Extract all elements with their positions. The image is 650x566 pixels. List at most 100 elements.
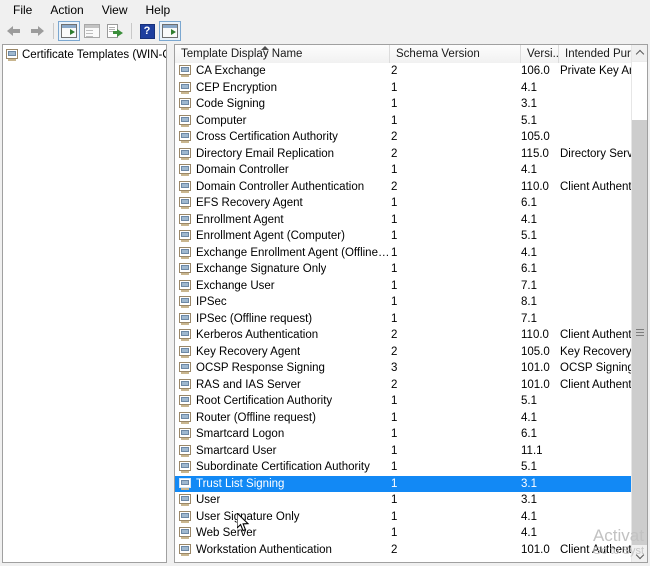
forward-button[interactable]	[26, 21, 48, 41]
table-row[interactable]: RAS and IAS Server 2 101.0 Client Authent	[175, 377, 631, 394]
certificate-template-icon	[179, 345, 191, 358]
cell-intended-purpose: Client Authent	[560, 543, 631, 556]
table-row[interactable]: Domain Controller 1 4.1	[175, 162, 631, 179]
template-name-label: Enrollment Agent	[196, 213, 284, 226]
menu-item-view[interactable]: View	[93, 1, 137, 19]
table-row[interactable]: Kerberos Authentication 2 110.0 Client Auth…	[175, 327, 631, 344]
cell-version: 4.1	[521, 164, 537, 177]
table-row[interactable]: Exchange User 1 7.1	[175, 278, 631, 295]
table-row[interactable]: Exchange Enrollment Agent (Offline requ.…	[175, 245, 631, 262]
menu-item-help[interactable]: Help	[137, 1, 180, 19]
table-row[interactable]: OCSP Response Signing 3 101.0 OCSP Signing	[175, 360, 631, 377]
certificate-template-icon	[179, 329, 191, 342]
template-name-label: Directory Email Replication	[196, 147, 335, 160]
show-hide-action-pane-button[interactable]	[159, 21, 181, 41]
mmc-console-window: File Action View Help ? Certificate Temp…	[0, 0, 650, 566]
table-row[interactable]: Directory Email Replication 2 115.0 Directo…	[175, 146, 631, 163]
certificate-template-icon	[179, 378, 191, 391]
cell-intended-purpose: Client Authent	[560, 329, 631, 342]
menu-item-file[interactable]: File	[4, 1, 41, 19]
tree-item-certificate-templates[interactable]: Certificate Templates (WIN-ODE	[3, 47, 166, 63]
cell-template-display-name: User	[175, 494, 390, 507]
certificate-template-icon	[179, 213, 191, 226]
scrollbar-grip-icon	[636, 329, 644, 331]
export-list-button[interactable]	[104, 21, 126, 41]
template-name-label: Cross Certification Authority	[196, 131, 338, 144]
table-row[interactable]: Enrollment Agent (Computer) 1 5.1	[175, 228, 631, 245]
cell-schema-version: 2	[391, 131, 398, 144]
cell-version: 4.1	[521, 527, 537, 540]
table-row[interactable]: CA Exchange 2 106.0 Private Key Arc	[175, 63, 631, 80]
column-header-schema-version[interactable]: Schema Version	[390, 45, 521, 63]
table-row[interactable]: CEP Encryption 1 4.1	[175, 80, 631, 97]
column-header-intended-purpose[interactable]: Intended Purp	[559, 45, 633, 63]
column-header-template-display-name[interactable]: Template Display Name	[175, 45, 390, 63]
scrollbar-thumb[interactable]	[632, 119, 647, 545]
certificate-template-icon	[179, 197, 191, 210]
cell-version: 5.1	[521, 395, 537, 408]
help-button[interactable]: ?	[136, 21, 158, 41]
table-row[interactable]: Cross Certification Authority 2 105.0	[175, 129, 631, 146]
table-row[interactable]: IPSec 1 8.1	[175, 294, 631, 311]
table-row[interactable]: Smartcard User 1 11.1	[175, 443, 631, 460]
cell-template-display-name: Kerberos Authentication	[175, 329, 390, 342]
certificate-template-icon	[179, 246, 191, 259]
menu-item-action[interactable]: Action	[41, 1, 92, 19]
show-hide-console-tree-button[interactable]	[58, 21, 80, 41]
cell-template-display-name: Computer	[175, 114, 390, 127]
template-name-label: Subordinate Certification Authority	[196, 461, 370, 474]
cell-version: 5.1	[521, 461, 537, 474]
vertical-scrollbar[interactable]	[631, 45, 647, 562]
template-name-label: Computer	[196, 114, 247, 127]
table-row[interactable]: Exchange Signature Only 1 6.1	[175, 261, 631, 278]
cell-template-display-name: Code Signing	[175, 98, 390, 111]
cell-version: 115.0	[521, 147, 549, 160]
table-row[interactable]: Domain Controller Authentication 2 110.0 Cl…	[175, 179, 631, 196]
template-name-label: OCSP Response Signing	[196, 362, 325, 375]
cell-version: 8.1	[521, 296, 537, 309]
cell-template-display-name: Workstation Authentication	[175, 543, 390, 556]
cell-schema-version: 1	[391, 527, 398, 540]
table-row[interactable]: Subordinate Certification Authority 1 5.1	[175, 459, 631, 476]
table-row[interactable]: Workstation Authentication 2 101.0 Client A…	[175, 542, 631, 559]
show-hide-console-tree-icon	[61, 24, 77, 38]
table-row[interactable]: EFS Recovery Agent 1 6.1	[175, 195, 631, 212]
cell-version: 105.0	[521, 131, 550, 144]
table-row[interactable]: Computer 1 5.1	[175, 113, 631, 130]
cell-schema-version: 2	[391, 543, 398, 556]
cell-template-display-name: RAS and IAS Server	[175, 378, 390, 391]
properties-button[interactable]	[81, 21, 103, 41]
cell-template-display-name: CA Exchange	[175, 65, 390, 78]
cell-version: 106.0	[521, 65, 550, 78]
scroll-down-button[interactable]	[632, 545, 647, 562]
scroll-up-button[interactable]	[632, 45, 647, 62]
column-header-version[interactable]: Versi...	[521, 45, 559, 63]
cell-template-display-name: Smartcard Logon	[175, 428, 390, 441]
cell-template-display-name: Domain Controller	[175, 164, 390, 177]
table-row[interactable]: Router (Offline request) 1 4.1	[175, 410, 631, 427]
back-button[interactable]	[3, 21, 25, 41]
toolbar-separator-2	[131, 23, 132, 39]
table-row[interactable]: Root Certification Authority 1 5.1	[175, 393, 631, 410]
template-name-label: Smartcard User	[196, 444, 277, 457]
table-row[interactable]: User Signature Only 1 4.1	[175, 509, 631, 526]
table-row[interactable]: Smartcard Logon 1 6.1	[175, 426, 631, 443]
certificate-template-icon	[179, 296, 191, 309]
template-name-label: EFS Recovery Agent	[196, 197, 303, 210]
table-row[interactable]: Web Server 1 4.1	[175, 525, 631, 542]
table-row[interactable]: Trust List Signing 1 3.1	[175, 475, 631, 492]
table-row[interactable]: Code Signing 1 3.1	[175, 96, 631, 113]
table-row[interactable]: Key Recovery Agent 2 105.0 Key Recovery A	[175, 344, 631, 361]
column-header-label: Schema Version	[396, 48, 480, 60]
template-name-label: IPSec	[196, 296, 227, 309]
template-name-label: Exchange User	[196, 279, 275, 292]
table-row[interactable]: Enrollment Agent 1 4.1	[175, 212, 631, 229]
table-row[interactable]: IPSec (Offline request) 1 7.1	[175, 311, 631, 328]
certificate-template-icon	[179, 543, 191, 556]
table-row[interactable]: User 1 3.1	[175, 492, 631, 509]
cell-schema-version: 1	[391, 164, 398, 177]
certificate-template-icon	[179, 114, 191, 127]
template-name-label: Trust List Signing	[196, 477, 285, 490]
certificate-template-icon	[179, 461, 191, 474]
scrollbar-track[interactable]	[632, 62, 647, 545]
